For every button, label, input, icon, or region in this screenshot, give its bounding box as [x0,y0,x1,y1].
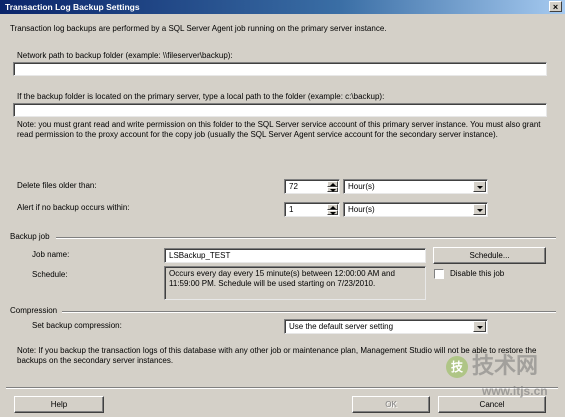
disable-job-checkbox[interactable] [434,269,444,279]
network-path-input[interactable] [13,62,547,76]
cancel-button[interactable]: Cancel [438,396,546,413]
schedule-button-label: Schedule... [469,250,510,260]
job-name-input[interactable]: LSBackup_TEST [164,248,426,263]
alert-unit-value: Hour(s) [348,205,375,214]
backup-job-divider [56,237,556,239]
watermark-brand: 技术网 [472,353,539,378]
compression-divider [62,311,556,313]
chevron-down-icon[interactable] [473,181,486,192]
job-name-label: Job name: [32,250,70,259]
compression-label: Set backup compression: [32,321,122,330]
watermark-url: www.itjs.cn [482,384,548,398]
alert-value: 1 [289,205,294,214]
spin-down-icon[interactable] [327,186,338,192]
delete-files-unit-value: Hour(s) [348,182,375,191]
window-title: Transaction Log Backup Settings [5,2,140,12]
delete-files-unit-select[interactable]: Hour(s) [343,179,488,194]
title-bar: Transaction Log Backup Settings × [0,0,565,14]
local-path-label: If the backup folder is located on the p… [17,92,385,101]
chevron-down-icon[interactable] [473,321,486,332]
job-name-value: LSBackup_TEST [169,251,231,260]
schedule-description: Occurs every day every 15 minute(s) betw… [164,266,426,300]
schedule-button[interactable]: Schedule... [433,247,546,264]
compression-select[interactable]: Use the default server setting [284,319,488,334]
alert-unit-select[interactable]: Hour(s) [343,202,488,217]
compression-heading: Compression [10,306,58,315]
alert-stepper[interactable]: 1 [284,202,340,217]
delete-files-stepper[interactable]: 72 [284,179,340,194]
ok-button-label: OK [385,399,397,409]
compression-value: Use the default server setting [289,322,394,331]
delete-files-value: 72 [289,182,298,191]
local-path-input[interactable] [13,103,547,117]
delete-files-label: Delete files older than: [17,181,97,190]
schedule-label: Schedule: [32,270,68,279]
close-icon[interactable]: × [549,1,562,12]
alert-spinner[interactable] [327,204,338,215]
backup-job-heading: Backup job [10,232,50,241]
chevron-down-icon[interactable] [473,204,486,215]
intro-text: Transaction log backups are performed by… [10,24,387,33]
watermark-logo-icon: 技 [446,356,468,378]
ok-button[interactable]: OK [352,396,430,413]
disable-job-label[interactable]: Disable this job [450,269,504,279]
schedule-description-text: Occurs every day every 15 minute(s) betw… [169,269,395,288]
footer-divider [6,387,558,389]
help-button[interactable]: Help [14,396,104,413]
network-path-label: Network path to backup folder (example: … [17,51,233,60]
help-button-label: Help [50,399,68,409]
delete-files-spinner[interactable] [327,181,338,192]
spin-down-icon[interactable] [327,209,338,215]
permission-note: Note: you must grant read and write perm… [17,120,541,139]
alert-label: Alert if no backup occurs within: [17,203,130,212]
cancel-button-label: Cancel [479,399,505,409]
